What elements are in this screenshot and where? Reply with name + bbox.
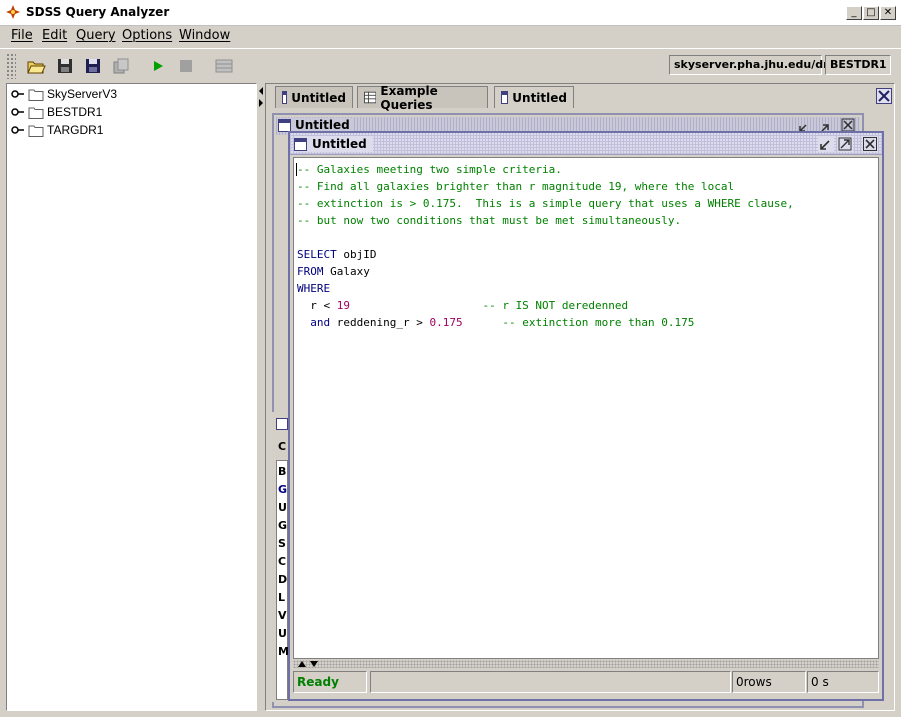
query-window[interactable]: Untitled -- Galaxies meeting two simple … [288, 131, 884, 701]
menu-options[interactable]: Options [122, 28, 172, 43]
window-icon [501, 91, 509, 104]
code-line: -- Find all galaxies brighter than r mag… [297, 180, 735, 193]
window-icon [294, 137, 307, 151]
tab-label: Untitled [291, 90, 346, 105]
code-line: -- Galaxies meeting two simple criteria. [297, 163, 562, 176]
code-line: FROM Galaxy [297, 265, 370, 278]
menu-bar: File Edit Query Options Window [0, 26, 901, 46]
status-bar: Ready 0rows 0 s [293, 671, 879, 695]
code-line: SELECT objID [297, 248, 377, 261]
minimize-button[interactable]: _ [846, 6, 862, 20]
text-cursor [296, 163, 297, 176]
tree-item-targdr1[interactable]: TARGDR1 [11, 121, 103, 139]
results-grid-icon[interactable] [214, 56, 234, 76]
copy-icon[interactable] [111, 56, 131, 76]
expand-key-icon[interactable] [11, 124, 25, 136]
tree-item-label: TARGDR1 [47, 123, 104, 137]
tree-item-label: SkyServerV3 [47, 87, 118, 101]
maximize-button[interactable]: □ [863, 6, 879, 20]
window-icon [278, 118, 291, 132]
window-title: SDSS Query Analyzer [26, 5, 170, 19]
maximize-icon[interactable] [837, 136, 853, 152]
sql-editor[interactable]: -- Galaxies meeting two simple criteria.… [293, 157, 879, 659]
close-icon[interactable] [862, 136, 878, 152]
tab-example-queries[interactable]: Example Queries [357, 84, 488, 112]
collapse-arrows-icon[interactable] [258, 86, 264, 108]
tab-label: Example Queries [380, 83, 438, 112]
code-line: r < 19 -- r IS NOT deredenned [297, 299, 629, 312]
close-button[interactable]: ✕ [880, 6, 896, 20]
split-pane-divider[interactable] [257, 83, 265, 711]
code-line: -- but now two conditions that must be m… [297, 214, 682, 227]
stop-query-icon[interactable] [176, 56, 196, 76]
expand-key-icon[interactable] [11, 88, 25, 100]
toolbar: skyserver.pha.jhu.edu/dr1 BESTDR1 [0, 48, 901, 82]
title-bar: SDSS Query Analyzer _ □ ✕ [0, 0, 901, 26]
server-field[interactable]: skyserver.pha.jhu.edu/dr1 [669, 55, 836, 75]
tab-untitled-1[interactable]: Untitled [275, 86, 353, 108]
menu-file[interactable]: File [11, 28, 33, 43]
tree-item-skyserverv3[interactable]: SkyServerV3 [11, 85, 117, 103]
folder-icon [28, 107, 44, 119]
database-tree: SkyServerV3 BESTDR1 TARGDR1 [6, 83, 257, 711]
code-line: WHERE [297, 282, 331, 295]
window-icon [276, 418, 288, 430]
elapsed-time: 0 s [807, 671, 879, 693]
menu-window[interactable]: Window [179, 28, 230, 43]
menu-query[interactable]: Query [76, 28, 116, 43]
background-window-title: Untitled [295, 118, 350, 132]
tab-label: Untitled [512, 90, 567, 105]
run-query-icon[interactable] [148, 56, 168, 76]
save-as-icon[interactable] [83, 56, 103, 76]
query-window-title: Untitled [312, 137, 367, 151]
tab-untitled-2[interactable]: Untitled [494, 86, 574, 108]
toolbar-grip[interactable] [6, 53, 16, 79]
iconify-icon[interactable] [818, 136, 834, 152]
open-folder-icon[interactable] [26, 56, 46, 76]
folder-icon [28, 89, 44, 101]
save-icon[interactable] [55, 56, 75, 76]
app-logo-icon [6, 5, 20, 19]
expand-key-icon[interactable] [11, 106, 25, 118]
folder-icon [28, 125, 44, 137]
menu-edit[interactable]: Edit [42, 28, 67, 43]
code-line: and reddening_r > 0.175 -- extinction mo… [297, 316, 695, 329]
code-line: -- extinction is > 0.175. This is a simp… [297, 197, 794, 210]
splitter-arrows-icon[interactable] [297, 660, 319, 668]
editor-results-splitter[interactable] [293, 660, 879, 668]
window-icon [282, 91, 288, 104]
table-icon [364, 91, 377, 104]
tree-item-label: BESTDR1 [47, 105, 103, 119]
query-window-titlebar[interactable]: Untitled [290, 133, 882, 155]
tree-item-bestdr1[interactable]: BESTDR1 [11, 103, 102, 121]
close-tab-icon[interactable] [876, 88, 892, 104]
database-field[interactable]: BESTDR1 [825, 55, 891, 75]
status-ready: Ready [293, 671, 367, 693]
row-count: 0rows [732, 671, 806, 693]
progress-area [370, 671, 731, 693]
